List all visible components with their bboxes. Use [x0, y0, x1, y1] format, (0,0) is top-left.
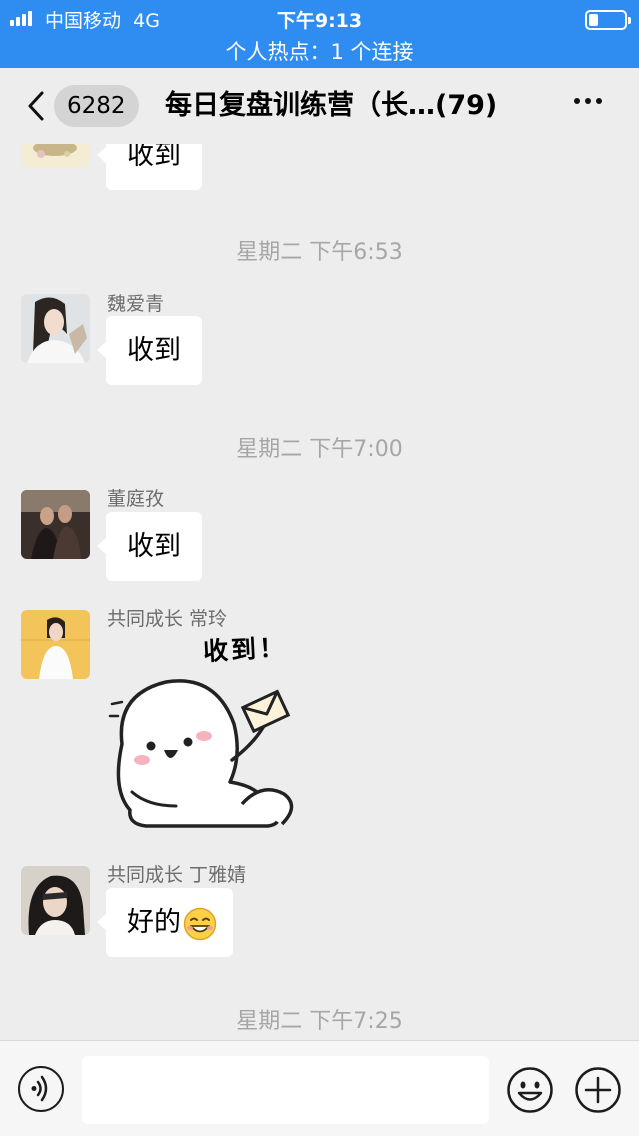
message-bubble[interactable]: 收到	[97, 316, 202, 385]
more-dots-icon[interactable]	[574, 98, 602, 104]
input-bar	[0, 1040, 639, 1136]
message-bubble[interactable]: 收到	[97, 512, 202, 581]
back-button[interactable]	[24, 90, 54, 122]
avatar[interactable]	[21, 144, 90, 167]
emoji-icon	[507, 1067, 553, 1113]
chat-title[interactable]: 每日复盘训练营（长…(79)	[165, 88, 497, 124]
emoji-button[interactable]	[506, 1066, 554, 1114]
status-bar: 中国移动 4G 下午9:13 个人热点：1 个连接	[0, 0, 639, 68]
sender-name: 魏爱青	[107, 293, 165, 315]
message-text: 好的	[127, 907, 181, 938]
timestamp: 星期二 下午6:53	[236, 240, 403, 265]
avatar[interactable]	[21, 490, 90, 559]
message-list[interactable]: 收到 星期二 下午6:53 魏爱青 收到 星期二 下午7:00 董庭孜 收到 共…	[0, 144, 639, 1040]
voice-icon	[31, 1075, 48, 1102]
timestamp: 星期二 下午7:25	[236, 1009, 403, 1034]
voice-button[interactable]	[18, 1066, 64, 1112]
battery-icon	[585, 10, 631, 30]
avatar[interactable]	[21, 866, 90, 935]
chevron-left-icon	[28, 91, 44, 121]
chat-header: 6282 每日复盘训练营（长…(79)	[0, 68, 639, 144]
status-time: 下午9:13	[276, 10, 363, 32]
more-functions-button[interactable]	[574, 1066, 622, 1114]
message-bubble[interactable]: 收到	[97, 144, 202, 190]
avatar[interactable]	[21, 294, 90, 363]
sender-name: 共同成长 常玲	[107, 608, 228, 630]
message-input[interactable]	[82, 1056, 489, 1124]
sender-name: 共同成长 丁雅婧	[107, 864, 247, 886]
unread-count-badge[interactable]: 6282	[54, 85, 139, 127]
timestamp: 星期二 下午7:00	[236, 437, 403, 462]
message-bubble[interactable]: 好的	[97, 888, 233, 957]
sticker-image[interactable]	[106, 664, 306, 834]
sticker-caption: 收到！	[202, 632, 288, 667]
plus-icon	[575, 1067, 621, 1113]
hotspot-banner[interactable]: 个人热点：1 个连接	[0, 36, 639, 66]
grinning-emoji-icon	[183, 907, 217, 940]
sender-name: 董庭孜	[107, 488, 165, 510]
avatar[interactable]	[21, 610, 90, 679]
